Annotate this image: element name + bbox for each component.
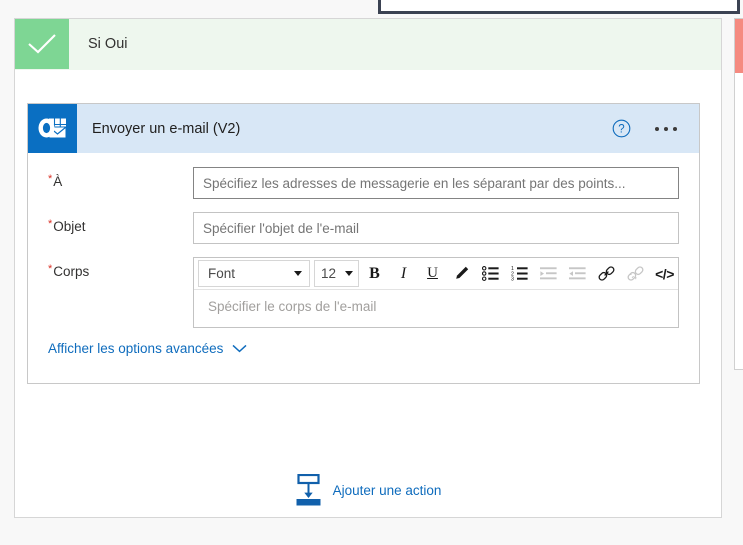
show-advanced-options-label: Afficher les options avancées [48,341,224,356]
action-card-send-email: Envoyer un e-mail (V2) ? *À Spécifiez le… [27,103,700,384]
insert-link-icon[interactable] [593,260,620,287]
field-label-subject: *Objet [28,212,193,235]
field-row-to: *À [28,167,699,199]
font-family-value: Font [208,266,236,281]
field-label-to-text: À [53,174,63,189]
scope-title: Si Oui [88,36,128,52]
ellipsis-icon[interactable] [655,126,677,131]
field-row-body: *Corps Font 12 B I U 1 2 3 </> Spécifier… [28,257,699,328]
bulleted-list-icon[interactable] [477,260,504,287]
font-size-dropdown[interactable]: 12 [314,260,359,287]
field-label-to: *À [28,167,193,190]
help-circle-icon[interactable]: ? [612,119,631,138]
insert-action-icon [296,474,321,506]
field-row-subject: *Objet [28,212,699,244]
rich-text-editor: Font 12 B I U 1 2 3 </> Spécifier le cor… [193,257,679,328]
branch-no-accent-bar [735,19,743,73]
action-card-title: Envoyer un e-mail (V2) [92,120,241,137]
chevron-down-icon [294,271,302,276]
underline-icon[interactable]: U [419,260,446,287]
outlook-icon [28,104,77,153]
action-card-header: Envoyer un e-mail (V2) ? [28,104,699,153]
required-marker: * [48,263,53,275]
branch-card-si-oui: Si Oui Envoyer un e-mail (V2) ? *À Spéci… [14,18,722,518]
field-label-body-text: Corps [53,264,90,279]
remove-link-icon [622,260,649,287]
required-marker: * [48,173,53,185]
chevron-down-icon [232,344,247,353]
chevron-down-icon [345,271,353,276]
field-label-subject-text: Objet [53,219,86,234]
email-form: *À *Objet *Corps [28,153,699,356]
checkmark-icon [15,19,69,69]
svg-text:?: ? [618,124,624,136]
numbered-list-icon[interactable]: 1 2 3 [506,260,533,287]
font-family-dropdown[interactable]: Font [198,260,310,287]
editor-toolbar: Font 12 B I U 1 2 3 </> [194,258,678,290]
italic-icon[interactable]: I [390,260,417,287]
decrease-indent-icon [564,260,591,287]
top-overlay-panel [378,0,740,14]
add-action-button[interactable]: Ajouter une action [15,474,721,507]
show-advanced-options-link[interactable]: Afficher les options avancées [28,341,699,356]
to-input[interactable] [193,167,679,199]
required-marker: * [48,218,53,230]
body-editor-placeholder[interactable]: Spécifier le corps de l'e-mail [194,290,678,327]
code-view-icon[interactable]: </> [651,260,678,287]
text-highlight-pen-icon[interactable] [448,260,475,287]
branch-card-si-non[interactable] [734,18,743,370]
increase-indent-icon [535,260,562,287]
bold-icon[interactable]: B [361,260,388,287]
font-size-value: 12 [321,266,337,281]
add-action-label: Ajouter une action [332,483,442,498]
scope-header: Si Oui [15,19,721,70]
subject-input[interactable] [193,212,679,244]
svg-text:3: 3 [511,277,514,281]
field-label-body: *Corps [28,257,193,280]
